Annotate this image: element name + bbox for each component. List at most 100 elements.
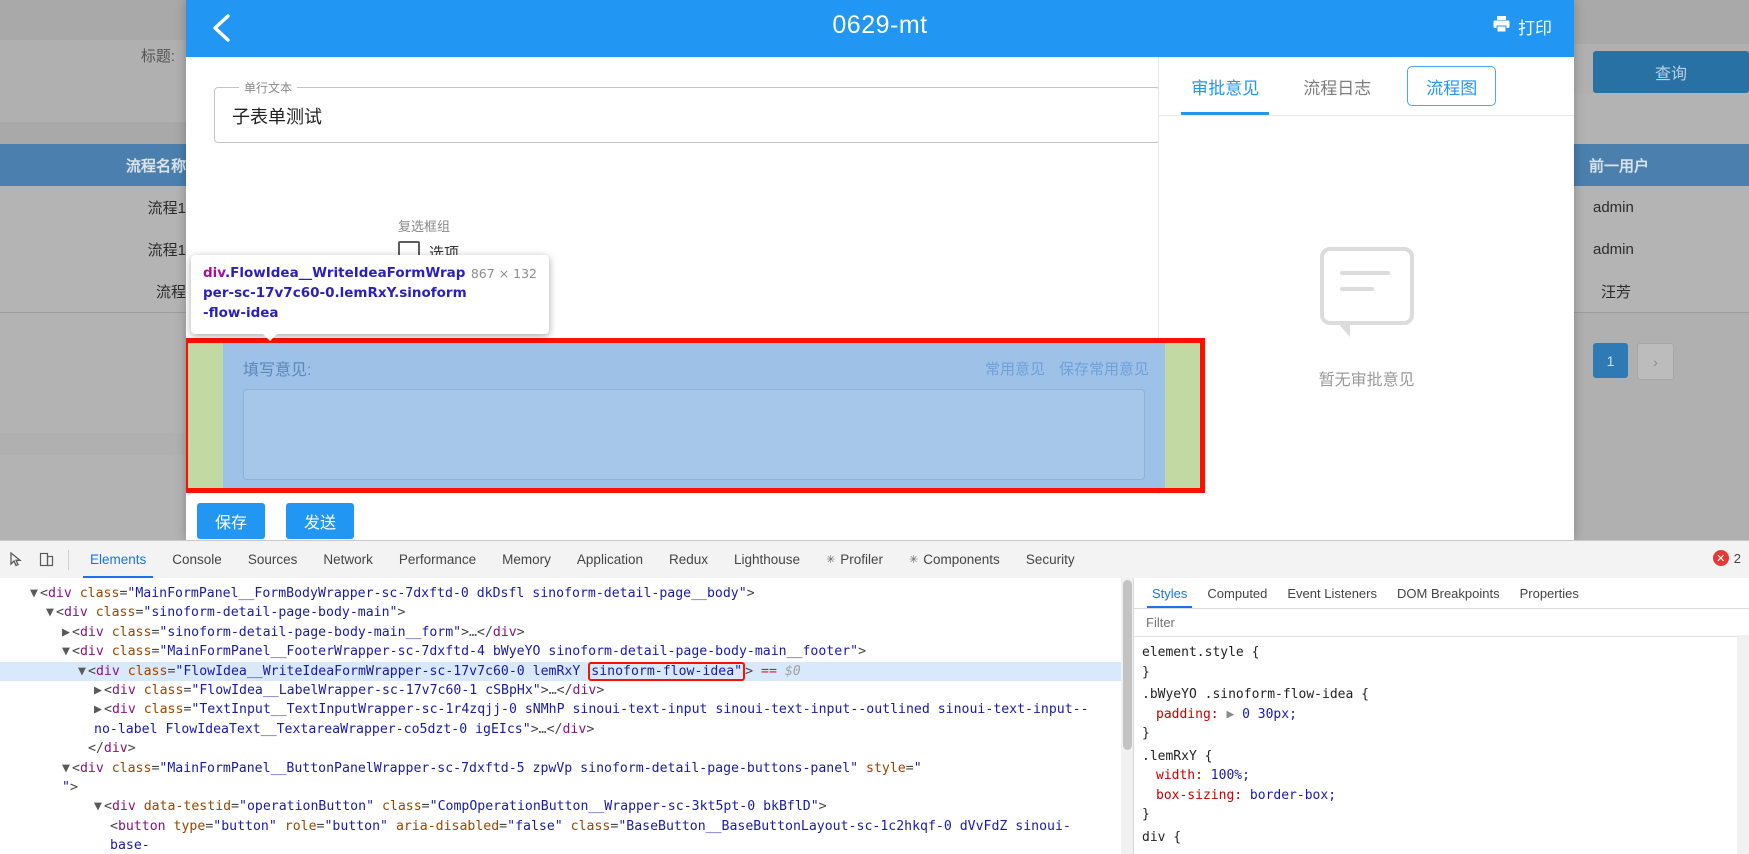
- expand-triangle-icon[interactable]: ▶: [62, 623, 72, 642]
- dom-tree-pane[interactable]: ▼ <div class="MainFormPanel__FormBodyWrap…: [0, 578, 1133, 854]
- devtools-tab-memory[interactable]: Memory: [489, 542, 564, 578]
- styles-tab-dom-breakpoints[interactable]: DOM Breakpoints: [1387, 579, 1510, 608]
- dom-line[interactable]: ▼ <div data-testid="operationButton" clas…: [0, 797, 1133, 816]
- dom-tree: ▼ <div class="MainFormPanel__FormBodyWrap…: [0, 578, 1133, 854]
- save-common-comment-link[interactable]: 保存常用意见: [1059, 358, 1149, 379]
- common-comments-link[interactable]: 常用意见: [985, 358, 1045, 379]
- table-row: 流程: [0, 270, 216, 313]
- background-gap: [1574, 93, 1749, 144]
- expand-triangle-icon[interactable]: ▼: [62, 759, 72, 778]
- tab-process-log[interactable]: 流程日志: [1285, 58, 1389, 115]
- styles-tab-computed[interactable]: Computed: [1197, 579, 1277, 608]
- dom-line[interactable]: ▼ <div class="MainFormPanel__ButtonPanelW…: [0, 759, 1133, 798]
- style-declaration[interactable]: box-sizing: border-box;: [1142, 786, 1749, 806]
- styles-pane: Styles Computed Event Listeners DOM Brea…: [1133, 578, 1749, 854]
- detail-modal: 0629-mt 打印 单行文本 子表单测试 复选框组 选项 填写意见: 常用意见…: [186, 0, 1574, 540]
- dom-line[interactable]: </div>: [0, 739, 1133, 758]
- style-selector: element.style {: [1142, 645, 1260, 660]
- devtools-tab-network[interactable]: Network: [310, 542, 386, 578]
- style-declaration[interactable]: width: 100%;: [1142, 766, 1749, 786]
- dom-line[interactable]: ▼ <div class="sinoform-detail-page-body-m…: [0, 603, 1133, 622]
- devtools-toolbar: Elements Console Sources Network Perform…: [0, 541, 1749, 579]
- style-rule[interactable]: .lemRxY { width: 100%; box-sizing: borde…: [1142, 747, 1749, 825]
- expand-triangle-icon[interactable]: ▼: [94, 797, 104, 816]
- dom-line[interactable]: <button type="button" role="button" aria…: [0, 817, 1133, 854]
- single-line-text-field[interactable]: 单行文本 子表单测试: [214, 79, 1160, 143]
- print-button[interactable]: 打印: [1492, 14, 1552, 39]
- style-property-value: 100%;: [1210, 768, 1250, 783]
- expand-triangle-icon[interactable]: ▼: [46, 603, 56, 622]
- error-counter[interactable]: ✕ 2: [1712, 550, 1741, 566]
- page-title: 0629-mt: [832, 11, 928, 39]
- query-button[interactable]: 查询: [1593, 51, 1749, 93]
- table-row: 流程1: [0, 186, 196, 229]
- components-dot-icon: ✳: [909, 554, 919, 566]
- styles-scrollbar[interactable]: [1737, 635, 1749, 854]
- expand-triangle-icon[interactable]: ▼: [78, 662, 88, 681]
- styles-filter-input[interactable]: [1144, 614, 1348, 631]
- devtools-tab-performance[interactable]: Performance: [386, 542, 489, 578]
- dom-line[interactable]: ▼ <div class="MainFormPanel__FooterWrappe…: [0, 642, 1133, 661]
- background-topbar-right: [1574, 0, 1749, 44]
- inspector-tooltip-arrow: [262, 332, 278, 341]
- devtools-tab-application[interactable]: Application: [564, 542, 656, 578]
- tab-process-diagram[interactable]: 流程图: [1407, 66, 1497, 106]
- styles-tab-styles[interactable]: Styles: [1142, 579, 1197, 608]
- tab-approval-comments[interactable]: 审批意见: [1173, 58, 1277, 115]
- devtools-tab-components-label: Components: [923, 552, 1000, 567]
- devtools-tab-profiler[interactable]: ✳ Profiler: [813, 542, 896, 578]
- background-filler-2: [0, 455, 186, 540]
- styles-tabs: Styles Computed Event Listeners DOM Brea…: [1134, 578, 1749, 609]
- devtools-tab-lighthouse[interactable]: Lighthouse: [721, 542, 813, 578]
- devtools-tab-sources[interactable]: Sources: [235, 542, 311, 578]
- expand-triangle-icon[interactable]: ▶: [1226, 707, 1234, 722]
- style-property-value: border-box;: [1249, 787, 1337, 803]
- expand-triangle-icon[interactable]: ▶: [94, 681, 104, 700]
- table-row: admin: [1574, 228, 1749, 271]
- pagination-next[interactable]: ›: [1637, 343, 1674, 380]
- expand-triangle-icon[interactable]: ▼: [30, 584, 40, 603]
- fill-comment-label: 填写意见:: [243, 362, 312, 379]
- style-rule[interactable]: element.style { }: [1142, 643, 1749, 682]
- error-count: 2: [1733, 550, 1741, 566]
- style-property-key: box-sizing:: [1156, 787, 1243, 803]
- devtools-tab-security[interactable]: Security: [1013, 542, 1088, 578]
- devtools-tab-console[interactable]: Console: [159, 542, 235, 578]
- background-divider: [0, 122, 186, 144]
- device-toolbar-icon[interactable]: [32, 546, 60, 574]
- inspect-cursor-icon[interactable]: [2, 546, 30, 574]
- styles-filter-row[interactable]: [1134, 609, 1749, 637]
- pagination-page-1[interactable]: 1: [1593, 343, 1628, 378]
- devtools-panel: Elements Console Sources Network Perform…: [0, 540, 1749, 854]
- dom-line[interactable]: ▼ <div class="MainFormPanel__FormBodyWrap…: [0, 584, 1133, 603]
- save-button[interactable]: 保存: [197, 503, 265, 539]
- dom-line[interactable]: ▶ <div class="FlowIdea__LabelWrapper-sc-1…: [0, 681, 1133, 700]
- dom-tree-scrollbar-thumb[interactable]: [1123, 580, 1132, 750]
- devtools-tab-components[interactable]: ✳ Components: [896, 542, 1013, 578]
- print-label: 打印: [1518, 19, 1552, 38]
- style-close: }: [1142, 726, 1150, 741]
- send-button[interactable]: 发送: [286, 503, 354, 539]
- style-declaration[interactable]: padding: ▶ 0 30px;: [1142, 705, 1749, 725]
- styles-tab-properties[interactable]: Properties: [1510, 579, 1589, 608]
- styles-tab-event-listeners[interactable]: Event Listeners: [1277, 579, 1387, 608]
- dom-line[interactable]: ▶ <div class="sinoform-detail-page-body-m…: [0, 623, 1133, 642]
- dom-line-selected[interactable]: ▼ <div class="FlowIdea__WriteIdeaFormWrap…: [0, 661, 1133, 682]
- comment-links: 常用意见 保存常用意见: [985, 358, 1149, 379]
- devtools-tab-redux[interactable]: Redux: [656, 542, 721, 578]
- dom-line[interactable]: ▶ <div class="TextInput__TextInputWrapper…: [0, 700, 1133, 739]
- style-close: }: [1142, 664, 1150, 680]
- inspected-element-padding-box: 填写意见: 常用意见 保存常用意见: [188, 343, 1200, 488]
- app-body: 单行文本 子表单测试 复选框组 选项 填写意见: 常用意见 保存常用意见 保存 …: [186, 57, 1574, 540]
- table-header-flow-name: 流程名称: [0, 144, 196, 186]
- devtools-tab-elements[interactable]: Elements: [77, 542, 159, 578]
- background-left-region: 标题: 流程名称 流程1 流程1 流程: [0, 0, 216, 540]
- expand-triangle-icon[interactable]: ▶: [94, 700, 104, 719]
- comment-textarea[interactable]: [243, 389, 1145, 480]
- table-row: admin: [1574, 186, 1749, 229]
- style-rule[interactable]: div {: [1142, 828, 1749, 848]
- style-rule[interactable]: .bWyeYO .sinoform-flow-idea { padding: ▶…: [1142, 685, 1749, 744]
- expand-triangle-icon[interactable]: ▼: [62, 642, 72, 661]
- inspector-tooltip-tag: div: [203, 265, 225, 281]
- dom-tree-scrollbar[interactable]: [1121, 578, 1133, 854]
